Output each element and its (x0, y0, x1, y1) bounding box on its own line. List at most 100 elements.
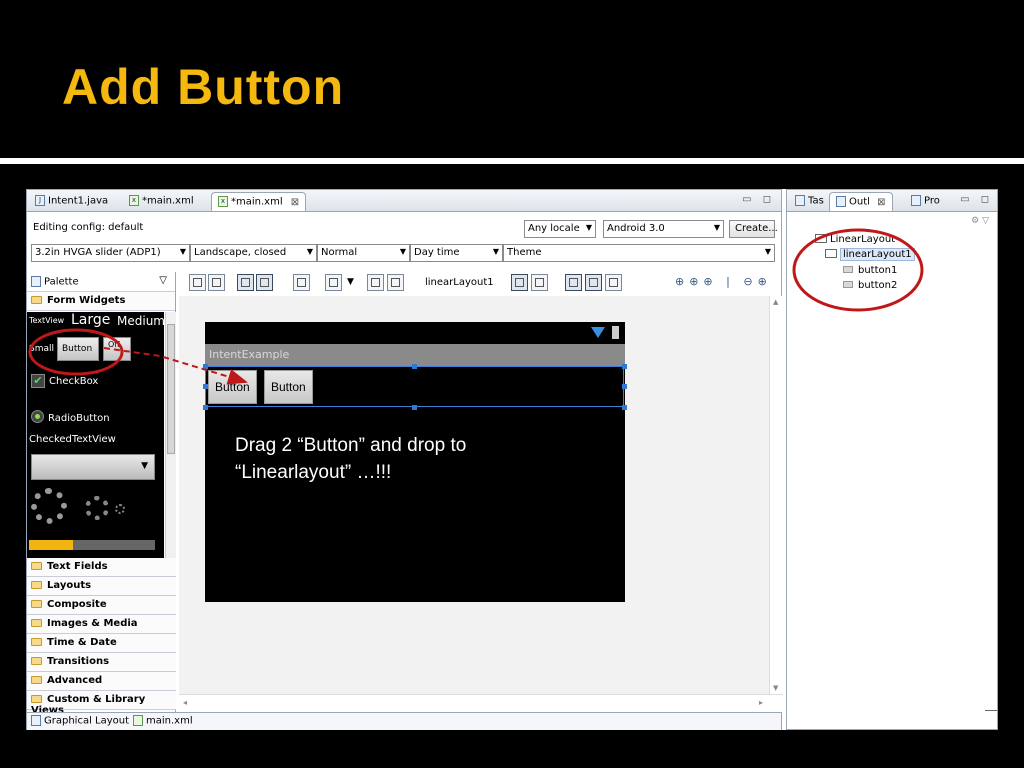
tab-main-xml-1[interactable]: x *main.xml (123, 192, 200, 211)
child-horizontal-icon[interactable] (511, 274, 528, 291)
resize-handle[interactable] (412, 405, 417, 410)
tree-node-button1[interactable]: button1 (843, 265, 897, 276)
device-select[interactable]: 3.2in HVGA slider (ADP1) ▼ (31, 244, 190, 262)
gravity-dropdown-icon[interactable]: ▼ (347, 277, 354, 287)
resize-handle[interactable] (622, 384, 627, 389)
resize-handle[interactable] (412, 364, 417, 369)
palette-header: Palette ▽ (27, 272, 175, 292)
minimize-maximize-icons[interactable]: ▭ ◻ (742, 194, 775, 205)
category-advanced[interactable]: Advanced (27, 672, 176, 691)
palette-menu-icon[interactable]: ▽ (159, 275, 167, 286)
child-fill-height-icon[interactable] (585, 274, 602, 291)
device-button-2[interactable]: Button (264, 370, 313, 404)
create-button[interactable]: Create... (729, 220, 778, 238)
tree-node-linearlayout[interactable]: LinearLayout (815, 234, 895, 245)
resize-handle[interactable] (622, 364, 627, 369)
category-composite[interactable]: Composite (27, 596, 176, 615)
button-widget-icon (843, 266, 853, 273)
theme-select[interactable]: Theme ▼ (503, 244, 775, 262)
child-weight-icon[interactable] (605, 274, 622, 291)
widget-radio-button[interactable]: RadioButton (31, 410, 110, 424)
category-label: Advanced (47, 675, 103, 686)
category-text-fields[interactable]: Text Fields (27, 558, 176, 577)
time-value: Day time (414, 247, 460, 258)
margins-icon[interactable] (293, 274, 310, 291)
minimize-maximize-icons[interactable]: ▭ ◻ (960, 194, 993, 205)
tab-close-icon[interactable]: ⊠ (291, 197, 299, 208)
widget-progress-horizontal[interactable] (29, 540, 155, 550)
folder-icon (31, 619, 42, 627)
spinner-arrow-icon: ▼ (141, 461, 148, 471)
resize-handle[interactable] (622, 405, 627, 410)
scroll-right-icon[interactable]: ▸ (759, 698, 763, 707)
scroll-down-icon[interactable]: ▼ (773, 684, 778, 692)
density-select[interactable]: Normal ▼ (317, 244, 410, 262)
tab-graphical-layout[interactable]: Graphical Layout (31, 715, 129, 727)
category-label: Composite (47, 599, 107, 610)
dropdown-arrow-icon: ▼ (764, 247, 771, 256)
selected-layout-label: linearLayout1 (425, 277, 494, 288)
canvas-vertical-scrollbar[interactable]: ▲ ▼ (769, 296, 783, 694)
category-custom-library-views[interactable]: Custom & Library Views (27, 691, 176, 716)
palette-scroll-thumb[interactable] (167, 324, 175, 454)
widget-checked-textview[interactable]: CheckedTextView (29, 434, 116, 445)
locale-value: Any locale (528, 223, 580, 234)
child-fill-width-icon[interactable] (565, 274, 582, 291)
category-layouts[interactable]: Layouts (27, 577, 176, 596)
tab-outline[interactable]: Outl ⊠ (829, 192, 893, 211)
widget-toggle-button[interactable]: Off (103, 337, 131, 361)
child-vertical-icon[interactable] (531, 274, 548, 291)
tab-close-icon[interactable]: ⊠ (877, 197, 885, 208)
palette-scrollbar[interactable] (165, 312, 176, 558)
widget-medium-text[interactable]: Medium (117, 314, 164, 328)
tab-intent1-java[interactable]: J Intent1.java (29, 192, 114, 211)
widget-progress-small[interactable] (115, 504, 125, 514)
tree-node-linearlayout1[interactable]: linearLayout1 (825, 248, 915, 261)
tab-properties[interactable]: Pro (905, 192, 946, 211)
widget-large-text[interactable]: Large (71, 312, 110, 328)
category-time-date[interactable]: Time & Date (27, 634, 176, 653)
view-menu-icon[interactable]: ⚙ ▽ (971, 216, 989, 226)
radio-label: RadioButton (48, 413, 110, 424)
orientation-select[interactable]: Landscape, closed ▼ (190, 244, 317, 262)
widget-textview[interactable]: TextView (29, 316, 64, 325)
widget-checkbox[interactable]: ✔ CheckBox (31, 374, 98, 388)
layout-vertical-icon[interactable] (208, 274, 225, 291)
time-select[interactable]: Day time ▼ (410, 244, 503, 262)
scroll-up-icon[interactable]: ▲ (773, 298, 778, 306)
category-form-widgets[interactable]: Form Widgets (27, 292, 175, 311)
locale-select[interactable]: Any locale ▼ (524, 220, 596, 238)
resize-handle[interactable] (203, 405, 208, 410)
tab-main-xml-source[interactable]: main.xml (133, 715, 193, 727)
layout-horizontal-icon[interactable] (189, 274, 206, 291)
device-button-1[interactable]: Button (208, 370, 257, 404)
title-divider (0, 158, 1024, 164)
eclipse-window: J Intent1.java x *main.xml x *main.xml ⊠ ▭ … (26, 189, 998, 730)
baseline-icon[interactable] (367, 274, 384, 291)
folder-icon (31, 676, 42, 684)
zoom-icons[interactable]: ⊕⊕⊕ | ⊖⊕ (675, 275, 772, 288)
fill-height-icon[interactable] (256, 274, 273, 291)
widget-small-text[interactable]: Small (29, 344, 54, 354)
widget-progress-large[interactable] (31, 488, 67, 524)
node-label: linearLayout1 (840, 248, 915, 261)
distribute-icon[interactable] (387, 274, 404, 291)
resize-handle[interactable] (203, 364, 208, 369)
tree-node-button2[interactable]: button2 (843, 280, 897, 291)
category-transitions[interactable]: Transitions (27, 653, 176, 672)
scroll-left-icon[interactable]: ◂ (183, 698, 187, 707)
canvas-horizontal-scrollbar[interactable]: ◂ ▸ (179, 694, 783, 712)
fill-width-icon[interactable] (237, 274, 254, 291)
design-canvas[interactable]: IntentExample Button Button Drag 2 “Butt… (179, 296, 783, 712)
theme-value: Theme (507, 247, 542, 258)
properties-icon (911, 195, 921, 206)
tab-main-xml-active[interactable]: x *main.xml ⊠ (211, 192, 307, 211)
widget-button[interactable]: Button (57, 337, 99, 361)
tab-tasks[interactable]: Tas (789, 192, 830, 211)
category-images-media[interactable]: Images & Media (27, 615, 176, 634)
gravity-icon[interactable] (325, 274, 342, 291)
widget-progress-medium[interactable] (85, 496, 109, 520)
dropdown-arrow-icon: ▼ (585, 223, 592, 232)
api-select[interactable]: Android 3.0 ▼ (603, 220, 724, 238)
widget-spinner[interactable]: ▼ (31, 454, 155, 480)
